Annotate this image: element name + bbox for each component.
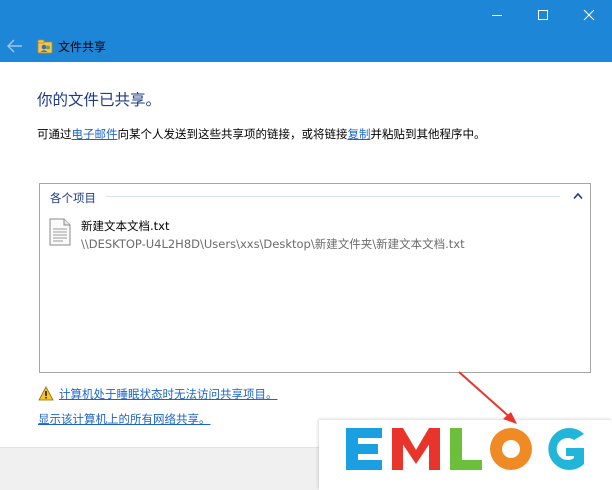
red-arrow-icon [458,371,517,424]
emlog-logo [346,428,584,470]
title-bar: 文件共享 [0,0,612,62]
logo-letter-l [450,428,482,470]
share-description: 可通过电子邮件向某个人发送到这些共享项的链接，或将链接复制并粘贴到其他程序中。 [37,126,486,142]
chevron-up-icon [573,192,583,200]
file-path: \\DESKTOP-U4L2H8D\Users\xxs\Desktop\新建文件… [81,237,465,251]
logo-letter-g [548,428,584,470]
shared-items-list: 各个项目 新建文本文档.txt \\DESKTOP-U4L2H8D\Users\… [39,183,591,373]
close-icon [583,9,595,21]
close-button[interactable] [566,0,612,30]
minimize-button[interactable] [474,0,520,30]
desc-text-2: 向某个人发送到这些共享项的链接，或将链接 [117,127,348,141]
back-arrow-icon [7,39,22,53]
desc-text-1: 可通过 [37,127,72,141]
nav-row: 文件共享 [0,30,612,62]
window-title: 文件共享 [58,40,107,54]
warning-icon [38,386,54,405]
text-document-icon [49,218,71,250]
show-network-shares-link[interactable]: 显示该计算机上的所有网络共享。 [38,411,211,427]
maximize-icon [538,10,548,20]
group-header: 各个项目 [50,191,96,205]
logo-letter-e [346,428,382,470]
logo-letter-o [490,428,532,470]
back-button[interactable] [4,34,26,58]
logo-letter-m [392,428,440,470]
collapse-button[interactable] [572,190,584,202]
copy-link[interactable]: 复制 [348,127,371,141]
maximize-button[interactable] [520,0,566,30]
page-heading: 你的文件已共享。 [37,91,162,109]
sleep-warning-link[interactable]: 计算机处于睡眠状态时无法访问共享项目。 [59,386,278,402]
file-name: 新建文本文档.txt [81,219,170,233]
email-link[interactable]: 电子邮件 [72,127,118,141]
desc-text-3: 并粘贴到其他程序中。 [370,127,486,141]
minimize-icon [492,15,502,16]
group-divider [106,196,560,197]
file-share-icon [36,37,54,55]
